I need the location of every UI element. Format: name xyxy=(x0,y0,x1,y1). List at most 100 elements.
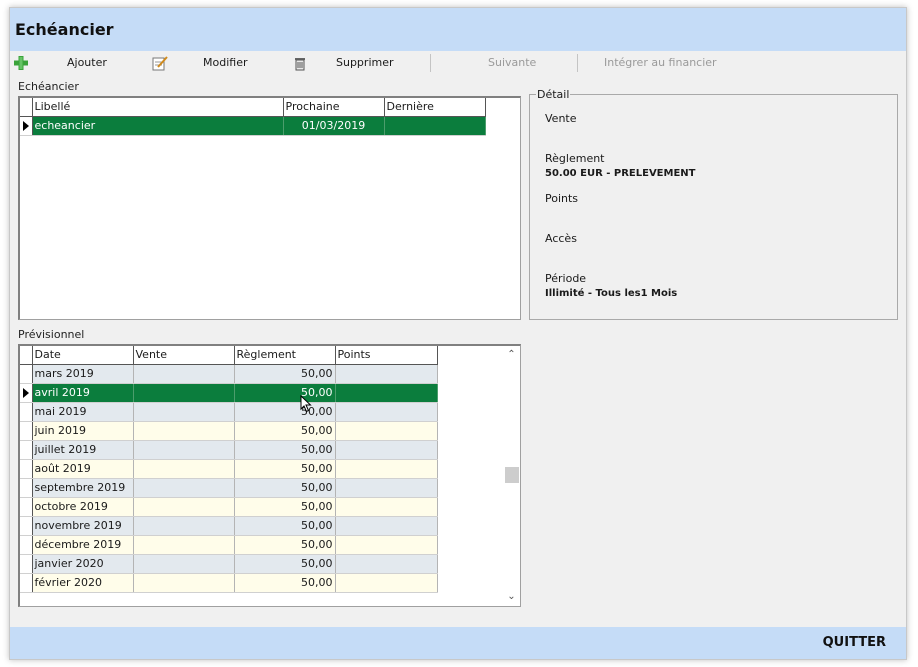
cell-points[interactable] xyxy=(335,402,438,422)
column-header-prochaine[interactable]: Prochaine xyxy=(283,98,385,117)
table-row[interactable]: juin 2019 50,00 xyxy=(20,421,438,441)
cell-points[interactable] xyxy=(335,554,438,574)
table-row[interactable]: mars 2019 50,00 xyxy=(20,364,438,384)
cell-reglement[interactable]: 50,00 xyxy=(234,364,336,384)
table-row[interactable]: janvier 2020 50,00 xyxy=(20,554,438,574)
cell-vente[interactable] xyxy=(133,554,235,574)
forecast-grid[interactable]: Date Vente Règlement Points mars 2019 50,… xyxy=(18,344,521,607)
title-bar: Echéancier xyxy=(10,8,906,51)
cell-date[interactable]: avril 2019 xyxy=(32,383,134,403)
periode-value: Illimité - Tous les1 Mois xyxy=(545,288,678,299)
modify-button[interactable]: Modifier xyxy=(152,53,282,73)
row-indicator xyxy=(20,459,33,479)
edit-icon xyxy=(152,56,168,71)
table-row[interactable]: décembre 2019 50,00 xyxy=(20,535,438,555)
cell-date[interactable]: janvier 2020 xyxy=(32,554,134,574)
points-label: Points xyxy=(545,192,579,205)
cell-date[interactable]: août 2019 xyxy=(32,459,134,479)
cell-date[interactable]: décembre 2019 xyxy=(32,535,134,555)
cell-date[interactable]: mai 2019 xyxy=(32,402,134,422)
column-header-vente[interactable]: Vente xyxy=(133,346,235,365)
cell-vente[interactable] xyxy=(133,421,235,441)
cell-vente[interactable] xyxy=(133,440,235,460)
row-indicator xyxy=(20,364,33,384)
cell-libelle[interactable]: echeancier xyxy=(32,116,284,136)
cell-date[interactable]: novembre 2019 xyxy=(32,516,134,536)
column-header-libelle[interactable]: Libellé xyxy=(32,98,284,117)
table-row[interactable]: février 2020 50,00 xyxy=(20,573,438,593)
column-header-reglement[interactable]: Règlement xyxy=(234,346,336,365)
table-row[interactable]: echeancier 01/03/2019 xyxy=(20,116,486,136)
cell-reglement[interactable]: 50,00 xyxy=(234,516,336,536)
cell-points[interactable] xyxy=(335,440,438,460)
cell-vente[interactable] xyxy=(133,516,235,536)
cell-date[interactable]: février 2020 xyxy=(32,573,134,593)
quit-button[interactable]: QUITTER xyxy=(823,635,886,650)
cell-vente[interactable] xyxy=(133,364,235,384)
cell-reglement[interactable]: 50,00 xyxy=(234,478,336,498)
plus-icon xyxy=(14,56,28,70)
cell-vente[interactable] xyxy=(133,402,235,422)
next-button[interactable]: Suivante xyxy=(440,53,575,73)
cell-date[interactable]: octobre 2019 xyxy=(32,497,134,517)
cell-points[interactable] xyxy=(335,535,438,555)
cell-reglement[interactable]: 50,00 xyxy=(234,421,336,441)
column-header-derniere[interactable]: Dernière xyxy=(384,98,486,117)
add-button[interactable]: Ajouter xyxy=(13,53,143,73)
cell-reglement[interactable]: 50,00 xyxy=(234,383,336,403)
next-label: Suivante xyxy=(488,56,537,69)
cell-date[interactable]: juillet 2019 xyxy=(32,440,134,460)
cell-points[interactable] xyxy=(335,497,438,517)
current-row-arrow-icon xyxy=(23,387,29,398)
cell-derniere[interactable] xyxy=(384,116,486,136)
table-row[interactable]: août 2019 50,00 xyxy=(20,459,438,479)
cell-reglement[interactable]: 50,00 xyxy=(234,535,336,555)
cell-date[interactable]: juin 2019 xyxy=(32,421,134,441)
column-header-date[interactable]: Date xyxy=(32,346,134,365)
current-row-arrow-icon xyxy=(23,120,29,131)
cell-vente[interactable] xyxy=(133,535,235,555)
cell-points[interactable] xyxy=(335,364,438,384)
cell-vente[interactable] xyxy=(133,478,235,498)
table-row[interactable]: octobre 2019 50,00 xyxy=(20,497,438,517)
window-title: Echéancier xyxy=(15,20,114,39)
cell-date[interactable]: mars 2019 xyxy=(32,364,134,384)
add-label: Ajouter xyxy=(67,56,107,69)
trash-icon xyxy=(295,58,305,71)
table-row[interactable]: avril 2019 50,00 xyxy=(20,383,438,403)
cell-reglement[interactable]: 50,00 xyxy=(234,459,336,479)
table-row[interactable]: novembre 2019 50,00 xyxy=(20,516,438,536)
cell-vente[interactable] xyxy=(133,383,235,403)
delete-button[interactable]: Supprimer xyxy=(292,53,422,73)
cell-points[interactable] xyxy=(335,573,438,593)
integrate-button[interactable]: Intégrer au financier xyxy=(587,53,747,73)
scroll-down-icon[interactable]: ⌄ xyxy=(503,589,520,605)
cell-reglement[interactable]: 50,00 xyxy=(234,440,336,460)
cell-reglement[interactable]: 50,00 xyxy=(234,573,336,593)
table-row[interactable]: septembre 2019 50,00 xyxy=(20,478,438,498)
row-indicator xyxy=(20,402,33,422)
schedule-grid[interactable]: Libellé Prochaine Dernière echeancier 01… xyxy=(18,96,521,320)
forecast-section-label: Prévisionnel xyxy=(18,328,85,341)
table-row[interactable]: mai 2019 50,00 xyxy=(20,402,438,422)
cell-vente[interactable] xyxy=(133,497,235,517)
column-header-points[interactable]: Points xyxy=(335,346,438,365)
scroll-up-icon[interactable]: ⌃ xyxy=(503,347,520,363)
cell-points[interactable] xyxy=(335,383,438,403)
forecast-scrollbar[interactable]: ⌃ ⌄ xyxy=(503,346,520,606)
cell-vente[interactable] xyxy=(133,573,235,593)
periode-label: Période xyxy=(545,272,587,285)
cell-reglement[interactable]: 50,00 xyxy=(234,497,336,517)
cell-points[interactable] xyxy=(335,478,438,498)
cell-reglement[interactable]: 50,00 xyxy=(234,402,336,422)
table-row[interactable]: juillet 2019 50,00 xyxy=(20,440,438,460)
scroll-thumb[interactable] xyxy=(505,467,519,483)
cell-points[interactable] xyxy=(335,516,438,536)
cell-reglement[interactable]: 50,00 xyxy=(234,554,336,574)
cell-date[interactable]: septembre 2019 xyxy=(32,478,134,498)
cell-points[interactable] xyxy=(335,459,438,479)
row-indicator xyxy=(20,516,33,536)
cell-vente[interactable] xyxy=(133,459,235,479)
cell-points[interactable] xyxy=(335,421,438,441)
cell-prochaine[interactable]: 01/03/2019 xyxy=(283,116,385,136)
